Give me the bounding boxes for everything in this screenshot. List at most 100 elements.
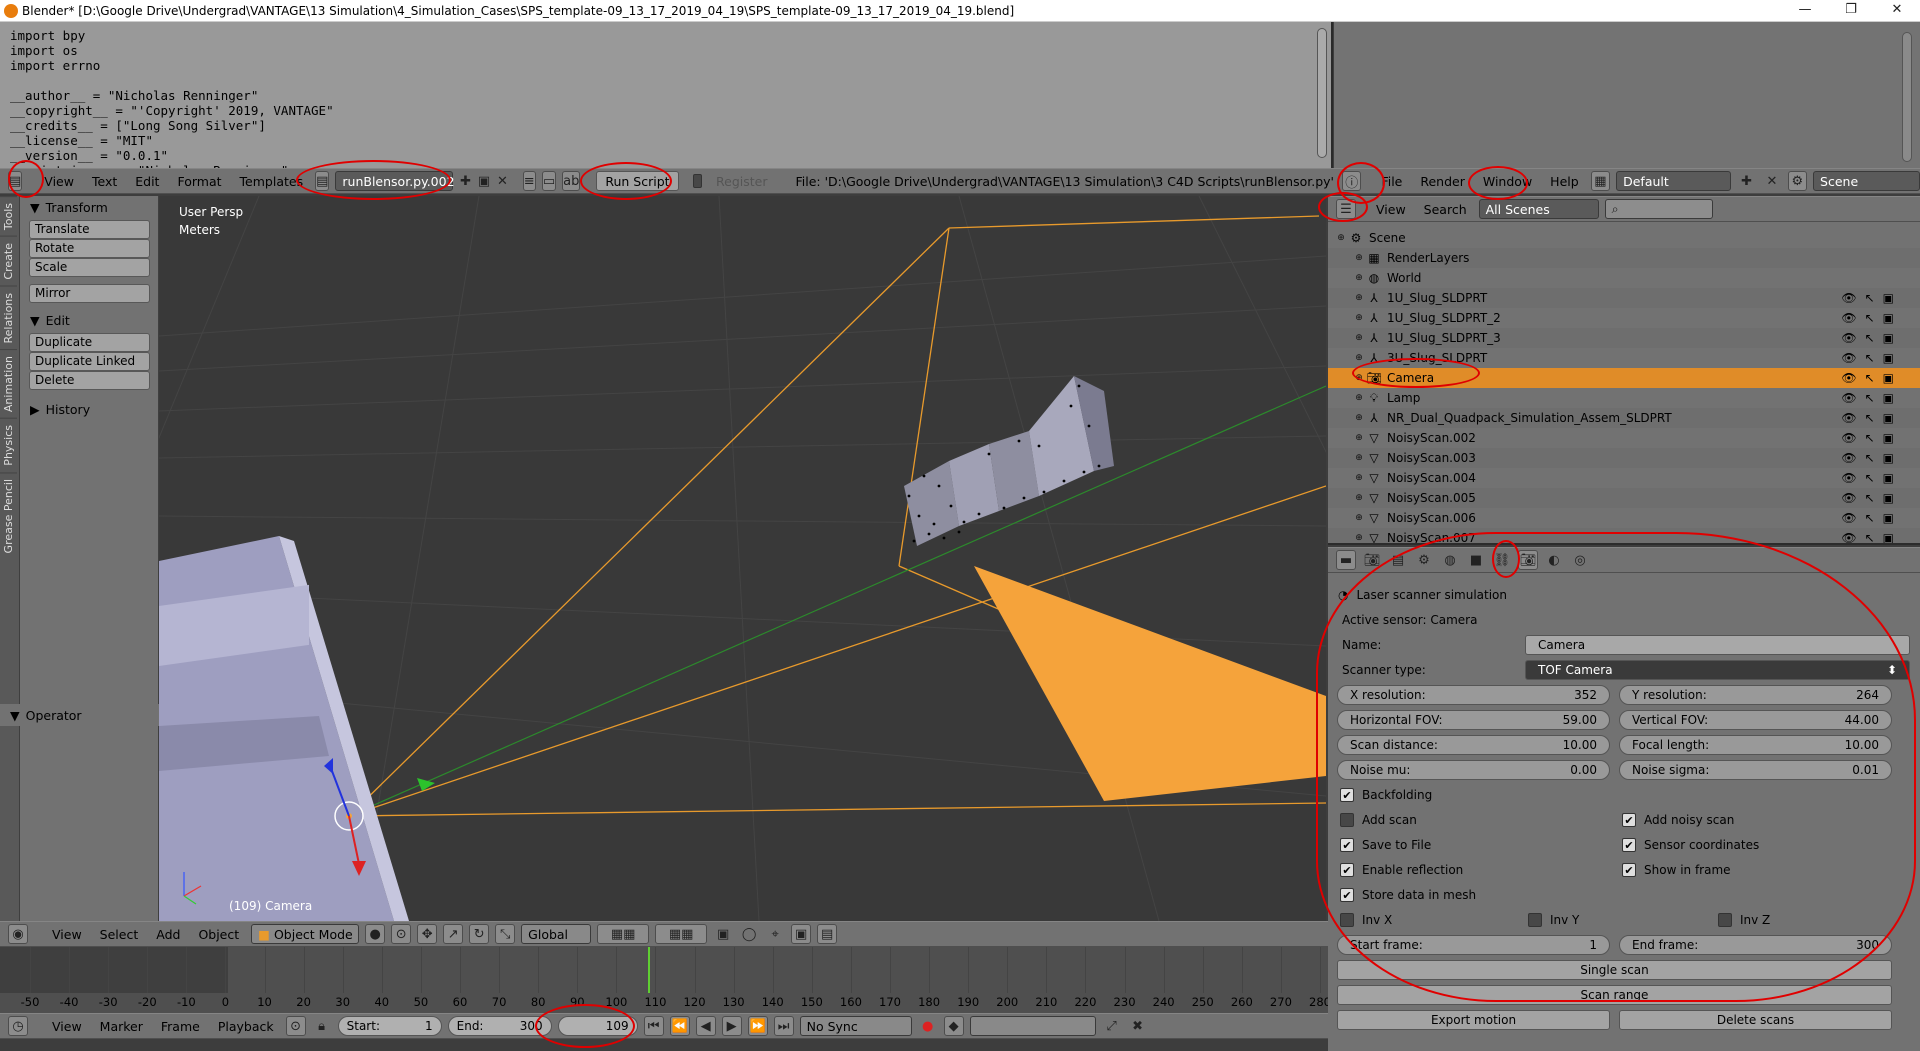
menu-object[interactable]: Object [192, 927, 245, 942]
outliner-item-name[interactable]: 3U_Slug_SLDPRT [1387, 351, 1487, 365]
start-frame-field[interactable]: Start: 1 [337, 1016, 442, 1036]
remove-layout-icon[interactable]: ✕ [1762, 171, 1781, 191]
play-reverse-icon[interactable]: ◀ [695, 1016, 716, 1036]
expand-icon[interactable]: ⊕ [1352, 513, 1366, 523]
new-text-icon[interactable]: ✚ [459, 171, 471, 191]
menu-select[interactable]: Select [94, 927, 145, 942]
menu-render[interactable]: Render [1414, 174, 1471, 189]
unlink-text-icon[interactable]: ✕ [496, 171, 508, 191]
render-tab-icon[interactable]: 📷︎ [1362, 550, 1382, 570]
insert-keyframe-icon[interactable]: ⤢ [1102, 1016, 1122, 1036]
outliner-row[interactable]: ⊕ ▽ NoisyScan.002 👁︎↖▣ [1328, 428, 1920, 448]
expand-icon[interactable]: ⊕ [1352, 493, 1366, 503]
menu-format[interactable]: Format [171, 174, 227, 189]
vertical-fov-field[interactable]: Vertical FOV: 44.00 [1619, 710, 1892, 730]
sensor-coordinates-checkbox[interactable]: ✔ [1622, 838, 1636, 852]
outliner-item-name[interactable]: Lamp [1387, 391, 1420, 405]
outliner-row[interactable]: ⊕ ⅄ NR_Dual_Quadpack_Simulation_Assem_SLDP… [1328, 408, 1920, 428]
outliner-item-name[interactable]: 1U_Slug_SLDPRT_3 [1387, 331, 1501, 345]
focal-length-field[interactable]: Focal length: 10.00 [1619, 735, 1892, 755]
menu-search[interactable]: Search [1418, 202, 1473, 217]
constraints-tab-icon[interactable]: ⛓ [1492, 550, 1512, 570]
y-resolution-field[interactable]: Y resolution: 264 [1619, 685, 1892, 705]
menu-view-outliner[interactable]: View [1370, 202, 1412, 217]
outliner-item-name[interactable]: NR_Dual_Quadpack_Simulation_Assem_SLDPRT [1387, 411, 1672, 425]
inv-x-checkbox[interactable] [1340, 913, 1354, 927]
properties-editor-type-icon[interactable]: ▬ [1336, 550, 1356, 570]
add-noisy-scan-option[interactable]: ✔ Add noisy scan [1622, 810, 1734, 830]
physics-tab-icon[interactable]: ◎ [1570, 550, 1590, 570]
visibility-toggles-icon[interactable]: 👁︎↖▣ [1841, 311, 1902, 325]
visibility-toggles-icon[interactable]: 👁︎↖▣ [1841, 431, 1902, 445]
top-right-scrollbar[interactable] [1902, 32, 1912, 162]
menu-marker[interactable]: Marker [94, 1019, 149, 1034]
text-browse-icon[interactable]: ▤ [315, 171, 330, 191]
show-in-frame-option[interactable]: ✔ Show in frame [1622, 860, 1731, 880]
outliner-item-name[interactable]: NoisyScan.007 [1387, 531, 1476, 543]
menu-edit[interactable]: Edit [129, 174, 165, 189]
scale-button[interactable]: Scale [29, 258, 150, 277]
expand-icon[interactable]: ⊕ [1352, 413, 1366, 423]
close-button[interactable]: ✕ [1874, 0, 1920, 22]
expand-icon[interactable]: ⊕ [1352, 253, 1366, 263]
object-tab-icon[interactable]: ■ [1466, 550, 1486, 570]
screen-layout-icon[interactable]: ▦ [1590, 171, 1611, 191]
menu-file[interactable]: File [1375, 174, 1408, 189]
expand-icon[interactable]: ⊕ [1352, 333, 1366, 343]
register-checkbox[interactable] [692, 174, 703, 188]
expand-icon[interactable]: ⊕ [1352, 433, 1366, 443]
single-scan-button[interactable]: Single scan [1337, 960, 1892, 980]
render-layers-tab-icon[interactable]: ▤ [1388, 550, 1408, 570]
orientation-select[interactable]: Global [521, 924, 592, 944]
snap-icon[interactable]: ⌖ [765, 924, 785, 944]
save-to-file-option[interactable]: ✔ Save to File [1340, 835, 1431, 855]
expand-icon[interactable]: ⊕ [1352, 273, 1366, 283]
delete-scans-button[interactable]: Delete scans [1619, 1010, 1892, 1030]
visibility-toggles-icon[interactable]: 👁︎↖▣ [1841, 451, 1902, 465]
syntax-highlight-icon[interactable]: ab [562, 171, 581, 191]
inv-y-option[interactable]: Inv Y [1528, 910, 1579, 930]
outliner-row[interactable]: ⊕ ⚙ Scene [1328, 228, 1920, 248]
start-frame-prop-field[interactable]: Start frame: 1 [1337, 935, 1610, 955]
minimize-button[interactable]: — [1782, 0, 1828, 22]
outliner-row[interactable]: ⊕ ▽ NoisyScan.003 👁︎↖▣ [1328, 448, 1920, 468]
outliner-row[interactable]: ⊕ ⅄ 3U_Slug_SLDPRT 👁︎↖▣ [1328, 348, 1920, 368]
menu-templates[interactable]: Templates [234, 174, 310, 189]
outliner-search-input[interactable]: ⌕ [1604, 199, 1713, 219]
visibility-toggles-icon[interactable]: 👁︎↖▣ [1841, 291, 1902, 305]
outliner-item-name[interactable]: NoisyScan.002 [1387, 431, 1476, 445]
outliner-item-name[interactable]: Scene [1369, 231, 1406, 245]
scan-range-button[interactable]: Scan range [1337, 985, 1892, 1005]
viewport-scene[interactable] [159, 196, 1326, 921]
visibility-toggles-icon[interactable]: 👁︎↖▣ [1841, 471, 1902, 485]
keying-set-select[interactable] [969, 1016, 1096, 1036]
outliner-row[interactable]: ⊕ ⅄ 1U_Slug_SLDPRT 👁︎↖▣ [1328, 288, 1920, 308]
sensor-coordinates-option[interactable]: ✔ Sensor coordinates [1622, 835, 1759, 855]
scan-distance-field[interactable]: Scan distance: 10.00 [1337, 735, 1610, 755]
next-keyframe-icon[interactable]: ⏩ [747, 1016, 768, 1036]
inv-x-option[interactable]: Inv X [1340, 910, 1392, 930]
outliner[interactable]: ⊕ ⚙ Scene ⊕ ▦ RenderLayers ⊕ ◍ World ⊕ ⅄ 1U_Slug_SL… [1328, 222, 1920, 545]
text-editor[interactable]: import bpy import os import errno __auth… [0, 22, 1333, 168]
add-scan-option[interactable]: Add scan [1340, 810, 1417, 830]
material-tab-icon[interactable]: ◐ [1544, 550, 1564, 570]
display-mode-select[interactable]: All Scenes [1478, 199, 1599, 219]
layers-icon[interactable]: ▦▦ [597, 924, 650, 944]
outliner-row[interactable]: ⊕ ▽ NoisyScan.004 👁︎↖▣ [1328, 468, 1920, 488]
menu-frame[interactable]: Frame [155, 1019, 206, 1034]
visibility-toggles-icon[interactable]: 👁︎↖▣ [1841, 531, 1902, 543]
world-tab-icon[interactable]: ◍ [1440, 550, 1460, 570]
expand-icon[interactable]: ⊕ [1352, 313, 1366, 323]
transform-panel-header[interactable]: ▼ Transform [20, 196, 158, 218]
visibility-toggles-icon[interactable]: 👁︎↖▣ [1841, 391, 1902, 405]
expand-icon[interactable]: ⊕ [1334, 233, 1348, 243]
show-in-frame-checkbox[interactable]: ✔ [1622, 863, 1636, 877]
duplicate-button[interactable]: Duplicate [29, 333, 150, 352]
manipulator-icon[interactable]: ✥ [417, 924, 438, 944]
expand-icon[interactable]: ⊕ [1352, 473, 1366, 483]
enable-reflection-option[interactable]: ✔ Enable reflection [1340, 860, 1463, 880]
word-wrap-icon[interactable]: ▭ [541, 171, 557, 191]
point-cloud-scan[interactable] [904, 376, 1114, 546]
expand-icon[interactable]: ⊕ [1352, 453, 1366, 463]
inv-z-checkbox[interactable] [1718, 913, 1732, 927]
